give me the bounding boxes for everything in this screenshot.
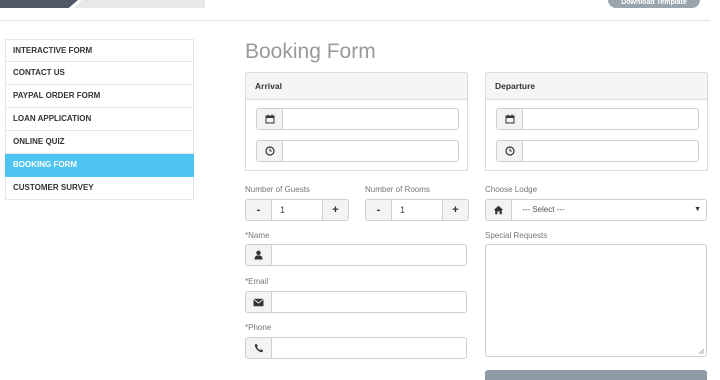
rooms-value[interactable]: 1 <box>400 200 405 220</box>
home-icon <box>486 200 512 220</box>
page-title: Booking Form <box>245 40 376 63</box>
sidebar: INTERACTIVE FORM CONTACT US PAYPAL ORDER… <box>5 39 194 200</box>
lodge-label: Choose Lodge <box>485 185 538 194</box>
arrival-panel: Arrival <box>245 72 468 171</box>
user-icon <box>246 245 272 265</box>
rooms-increment-button[interactable]: + <box>442 200 468 220</box>
sidebar-item-customer-survey[interactable]: CUSTOMER SURVEY <box>5 177 194 200</box>
email-field[interactable] <box>245 291 467 313</box>
download-template-button[interactable]: Download Template <box>608 0 700 8</box>
calendar-icon[interactable] <box>257 109 283 129</box>
guests-decrement-button[interactable]: - <box>246 200 272 220</box>
phone-label: *Phone <box>245 323 271 332</box>
calendar-icon[interactable] <box>497 109 523 129</box>
sidebar-item-online-quiz[interactable]: ONLINE QUIZ <box>5 131 194 154</box>
chevron-down-icon[interactable]: ▼ <box>694 200 701 220</box>
departure-heading: Departure <box>486 73 707 100</box>
clock-icon[interactable] <box>257 141 283 161</box>
rooms-label: Number of Rooms <box>365 185 430 194</box>
guests-stepper[interactable]: - 1 + <box>245 199 349 221</box>
special-requests-textarea[interactable] <box>485 244 707 357</box>
sidebar-item-paypal-order-form[interactable]: PAYPAL ORDER FORM <box>5 85 194 108</box>
lodge-selected-value[interactable]: --- Select --- <box>522 200 565 220</box>
rooms-decrement-button[interactable]: - <box>366 200 392 220</box>
header-divider <box>0 20 710 21</box>
top-tab-active[interactable] <box>0 0 78 8</box>
departure-time-input[interactable] <box>496 140 699 162</box>
rooms-stepper[interactable]: - 1 + <box>365 199 469 221</box>
guests-increment-button[interactable]: + <box>322 200 348 220</box>
sidebar-item-loan-application[interactable]: LOAN APPLICATION <box>5 108 194 131</box>
departure-panel: Departure <box>485 72 708 171</box>
arrival-time-input[interactable] <box>256 140 459 162</box>
phone-label-text: Phone <box>248 323 272 332</box>
arrival-date-input[interactable] <box>256 108 459 130</box>
special-requests-label: Special Requests <box>485 231 548 240</box>
guests-label: Number of Guests <box>245 185 310 194</box>
resize-grip-icon[interactable] <box>698 348 704 354</box>
submit-button[interactable] <box>485 370 707 380</box>
arrival-heading: Arrival <box>246 73 467 100</box>
phone-icon <box>246 338 272 358</box>
email-label: *Email <box>245 277 268 286</box>
top-tab-inactive[interactable] <box>74 0 205 8</box>
name-label: *Name <box>245 231 269 240</box>
departure-date-input[interactable] <box>496 108 699 130</box>
top-tabs <box>0 0 205 8</box>
email-label-text: Email <box>248 277 269 286</box>
name-label-text: Name <box>248 231 270 240</box>
clock-icon[interactable] <box>497 141 523 161</box>
envelope-icon <box>246 292 272 312</box>
sidebar-item-interactive-form[interactable]: INTERACTIVE FORM <box>5 39 194 62</box>
lodge-select[interactable]: --- Select --- ▼ <box>485 199 707 221</box>
sidebar-item-booking-form[interactable]: BOOKING FORM <box>5 154 194 177</box>
name-field[interactable] <box>245 244 467 266</box>
guests-value[interactable]: 1 <box>280 200 285 220</box>
phone-field[interactable] <box>245 337 467 359</box>
sidebar-item-contact-us[interactable]: CONTACT US <box>5 62 194 85</box>
